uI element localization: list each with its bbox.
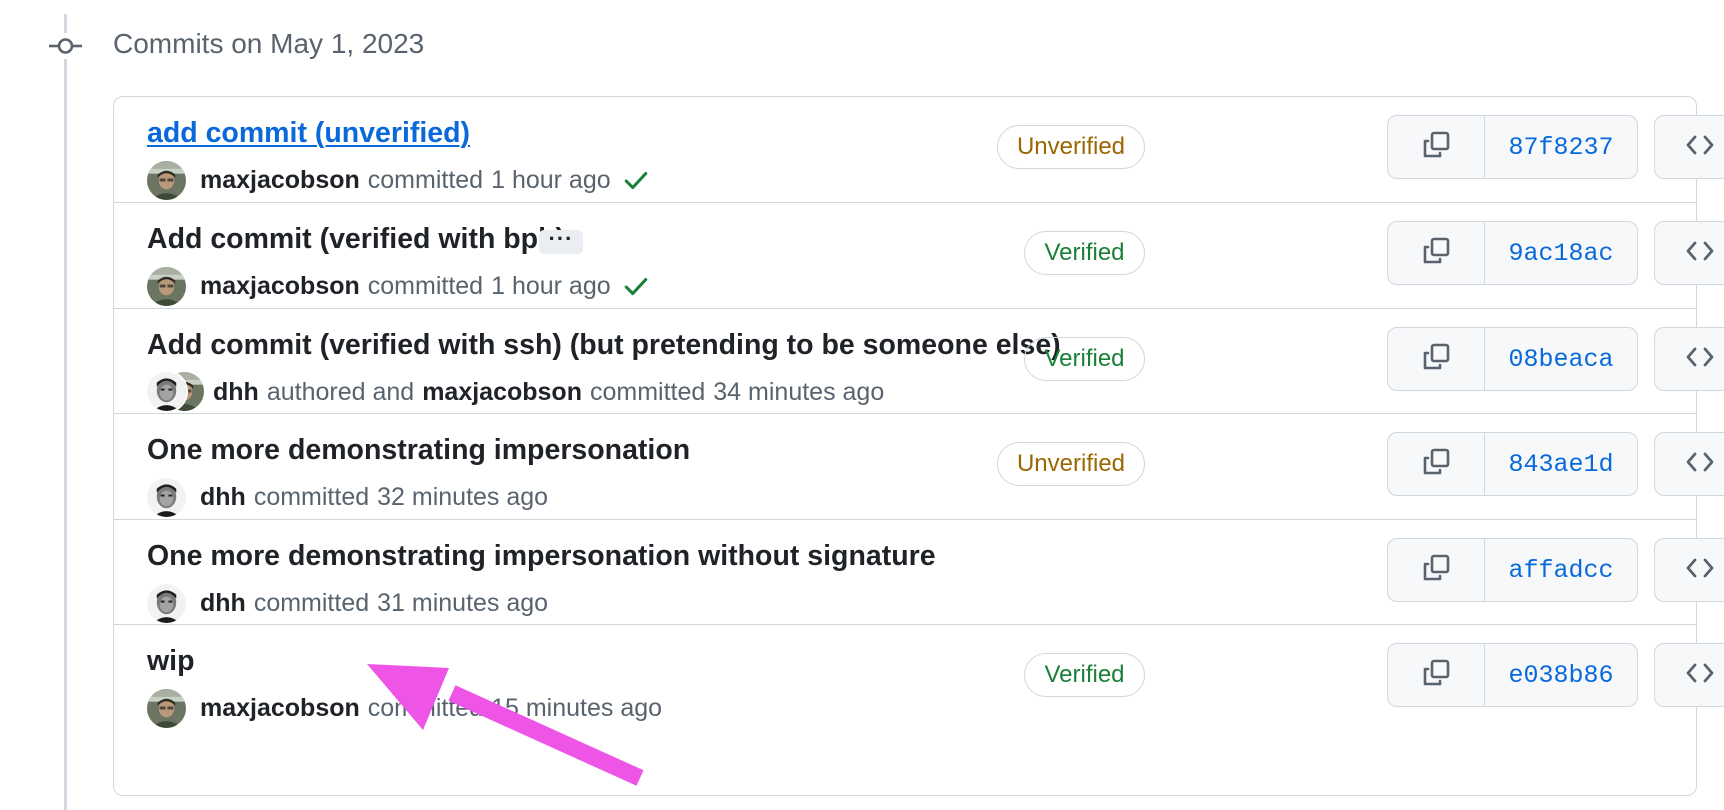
unverified-badge[interactable]: Unverified <box>997 442 1145 486</box>
check-icon[interactable] <box>623 167 649 193</box>
copy-icon <box>1420 341 1452 378</box>
commit-meta: dhh authored and maxjacobson committed 3… <box>147 372 884 412</box>
browse-repo-button[interactable] <box>1654 538 1724 602</box>
sha-button-group: 08beaca <box>1387 327 1638 391</box>
browse-repo-button[interactable] <box>1654 115 1724 179</box>
committer-link[interactable]: maxjacobson <box>200 166 360 195</box>
avatar-stack <box>147 372 207 412</box>
copy-sha-button[interactable] <box>1388 116 1485 178</box>
committer-link[interactable]: maxjacobson <box>200 272 360 301</box>
code-icon <box>1684 129 1716 166</box>
avatar[interactable] <box>147 689 186 728</box>
committer-link[interactable]: dhh <box>200 589 246 618</box>
copy-sha-button[interactable] <box>1388 222 1485 284</box>
avatar[interactable] <box>147 584 186 623</box>
commit-action: committed <box>253 588 370 617</box>
commit-time: 32 minutes ago <box>377 482 549 511</box>
timeline-line <box>64 14 67 810</box>
avatar[interactable] <box>147 267 186 306</box>
commit-action: committed <box>367 165 484 194</box>
check-icon[interactable] <box>623 273 649 299</box>
sha-button-group: 9ac18ac <box>1387 221 1638 285</box>
commit-row: One more demonstrating impersonation dhh… <box>114 413 1724 529</box>
copy-icon <box>1420 446 1452 483</box>
commit-meta: maxjacobson committed 1 hour ago <box>147 160 649 200</box>
sha-button-group: 87f8237 <box>1387 115 1638 179</box>
commit-meta: maxjacobson committed 15 minutes ago <box>147 688 662 728</box>
unverified-badge[interactable]: Unverified <box>997 125 1145 169</box>
code-icon <box>1684 657 1716 694</box>
commit-sha-link[interactable]: e038b86 <box>1485 644 1637 706</box>
commit-row: Add commit (verified with ssh) (but pret… <box>114 308 1724 424</box>
commit-row: One more demonstrating impersonation wit… <box>114 519 1724 635</box>
code-icon <box>1684 341 1716 378</box>
commit-list: add commit (unverified) maxjacobson comm… <box>113 96 1724 796</box>
committer-link[interactable]: maxjacobson <box>200 694 360 723</box>
copy-icon <box>1420 235 1452 272</box>
commit-sha-link[interactable]: 843ae1d <box>1485 433 1637 495</box>
commit-title-link[interactable]: add commit (unverified) <box>147 115 470 151</box>
commit-time: 31 minutes ago <box>377 588 549 617</box>
commit-title[interactable]: One more demonstrating impersonation wit… <box>147 538 936 574</box>
commit-sha-link[interactable]: 08beaca <box>1485 328 1637 390</box>
browse-repo-button[interactable] <box>1654 643 1724 707</box>
commit-action: committed <box>367 693 484 722</box>
verified-badge[interactable]: Verified <box>1024 653 1145 697</box>
commit-meta: dhh committed 31 minutes ago <box>147 583 548 623</box>
commit-time: 1 hour ago <box>491 165 611 194</box>
commit-action: committed <box>589 377 706 406</box>
browse-repo-button[interactable] <box>1654 221 1724 285</box>
commit-action: committed <box>367 271 484 300</box>
commit-meta: maxjacobson committed 1 hour ago <box>147 266 649 306</box>
committer-link[interactable]: dhh <box>200 483 246 512</box>
authored-text: authored and <box>266 377 415 406</box>
verified-badge[interactable]: Verified <box>1024 231 1145 275</box>
verified-badge[interactable]: Verified <box>1024 337 1145 381</box>
author-link[interactable]: dhh <box>213 378 259 407</box>
committer-link[interactable]: maxjacobson <box>422 378 582 407</box>
commit-title[interactable]: wip <box>147 643 195 679</box>
copy-icon <box>1420 129 1452 166</box>
code-icon <box>1684 552 1716 589</box>
git-commit-icon <box>49 33 82 59</box>
copy-icon <box>1420 657 1452 694</box>
code-icon <box>1684 446 1716 483</box>
copy-icon <box>1420 552 1452 589</box>
avatar[interactable] <box>147 161 186 200</box>
commit-time: 34 minutes ago <box>713 377 885 406</box>
browse-repo-button[interactable] <box>1654 432 1724 496</box>
commit-sha-link[interactable]: 9ac18ac <box>1485 222 1637 284</box>
expand-message-button[interactable]: ··· <box>539 228 583 254</box>
commit-time: 1 hour ago <box>491 271 611 300</box>
commit-meta: dhh committed 32 minutes ago <box>147 477 548 517</box>
commit-row: wip maxjacobson committed 15 minutes ago… <box>114 624 1724 740</box>
copy-sha-button[interactable] <box>1388 433 1485 495</box>
commit-title[interactable]: One more demonstrating impersonation <box>147 432 690 468</box>
code-icon <box>1684 235 1716 272</box>
browse-repo-button[interactable] <box>1654 327 1724 391</box>
commit-title[interactable]: Add commit (verified with bpb) <box>147 221 565 257</box>
sha-button-group: affadcc <box>1387 538 1638 602</box>
commit-group-header: Commits on May 1, 2023 <box>113 28 425 59</box>
commit-sha-link[interactable]: 87f8237 <box>1485 116 1637 178</box>
copy-sha-button[interactable] <box>1388 539 1485 601</box>
avatar[interactable] <box>147 372 186 411</box>
commit-title[interactable]: Add commit (verified with ssh) (but pret… <box>147 327 1061 363</box>
commit-row: Add commit (verified with bpb) ··· maxja… <box>114 202 1724 318</box>
commit-action: committed <box>253 482 370 511</box>
copy-sha-button[interactable] <box>1388 328 1485 390</box>
commit-time: 15 minutes ago <box>491 693 663 722</box>
sha-button-group: e038b86 <box>1387 643 1638 707</box>
sha-button-group: 843ae1d <box>1387 432 1638 496</box>
commit-row: add commit (unverified) maxjacobson comm… <box>114 97 1724 213</box>
commit-sha-link[interactable]: affadcc <box>1485 539 1637 601</box>
copy-sha-button[interactable] <box>1388 644 1485 706</box>
avatar[interactable] <box>147 478 186 517</box>
